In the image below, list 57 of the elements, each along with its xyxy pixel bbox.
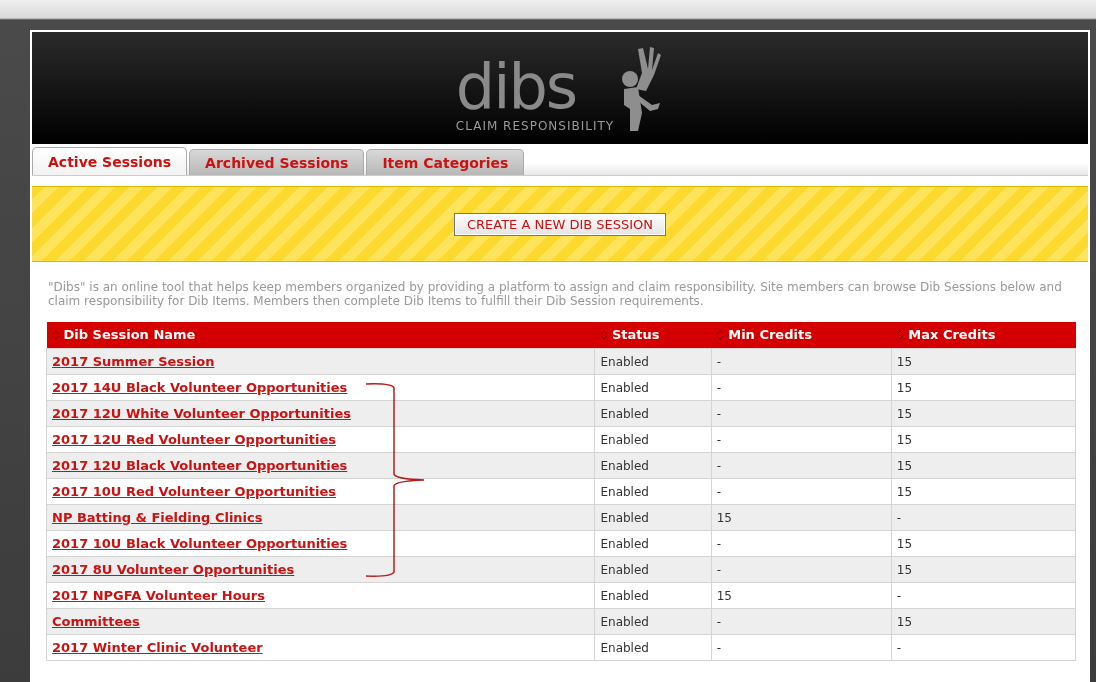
table-cell: - — [891, 582, 1076, 609]
sort-icon — [897, 329, 904, 340]
table-cell: Enabled — [594, 556, 712, 583]
table-cell: Enabled — [594, 400, 712, 427]
table-cell: Enabled — [594, 348, 712, 375]
sort-icon — [52, 329, 59, 340]
table-cell: 15 — [891, 426, 1076, 453]
logo-wordmark: dibs — [455, 59, 577, 115]
column-header[interactable]: Min Credits — [711, 322, 892, 349]
column-header[interactable]: Max Credits — [891, 322, 1076, 349]
table-cell: Enabled — [594, 582, 712, 609]
table-cell: 15 — [891, 608, 1076, 635]
description-text: "Dibs" is an online tool that helps keep members organized by providing a platform to assign and claim responsibility. Site members can browse Dib Sessions below and claim responsibility for Dib Items. Members then complete Dib Items to fulfill their Dib Session requirements. — [48, 280, 1063, 308]
column-header-label: Status — [611, 327, 660, 343]
table-cell: 15 — [891, 478, 1076, 505]
table-cell: 15 — [711, 504, 892, 531]
column-header-label: Max Credits — [908, 327, 996, 343]
table-cell: Enabled — [594, 478, 712, 505]
table-cell: Enabled — [594, 608, 712, 635]
tab[interactable]: Item Categories — [366, 149, 525, 175]
column-header-label: Min Credits — [728, 327, 812, 343]
column-header[interactable]: Status — [594, 322, 712, 349]
table-cell: - — [711, 452, 892, 479]
tab[interactable]: Active Sessions — [32, 147, 188, 175]
table-cell: 15 — [891, 530, 1076, 557]
table-cell: Enabled — [594, 504, 712, 531]
table-cell: Enabled — [594, 452, 712, 479]
table-cell: - — [711, 374, 892, 401]
table-cell: - — [711, 556, 892, 583]
table-cell: 15 — [891, 348, 1076, 375]
column-header-label: Dib Session Name — [63, 327, 196, 343]
table-cell: 15 — [891, 452, 1076, 479]
tab[interactable]: Archived Sessions — [189, 149, 365, 175]
table-cell: - — [711, 426, 892, 453]
table-cell: - — [711, 634, 892, 661]
session-link[interactable]: Committees — [52, 614, 140, 629]
table-cell: 15 — [891, 374, 1076, 401]
table-cell: 15 — [891, 556, 1076, 583]
sort-icon — [717, 329, 724, 340]
session-link[interactable]: 2017 Summer Session — [52, 354, 215, 369]
table-cell: Enabled — [594, 426, 712, 453]
table-cell: - — [711, 400, 892, 427]
table-cell: Enabled — [594, 374, 712, 401]
table-cell: 15 — [711, 582, 892, 609]
table-cell: - — [891, 634, 1076, 661]
column-header[interactable]: Dib Session Name — [46, 322, 595, 349]
sort-icon — [600, 329, 607, 340]
table-cell: Enabled — [594, 530, 712, 557]
table-cell: Enabled — [594, 634, 712, 661]
table-cell: - — [711, 530, 892, 557]
table-cell: - — [711, 478, 892, 505]
table-cell: - — [891, 504, 1076, 531]
create-session-button[interactable]: CREATE A NEW DIB SESSION — [453, 212, 667, 236]
table-cell: 15 — [891, 400, 1076, 427]
table-cell: - — [711, 348, 892, 375]
table-cell: - — [711, 608, 892, 635]
logo-tagline: CLAIM RESPONSIBILITY — [455, 119, 615, 133]
